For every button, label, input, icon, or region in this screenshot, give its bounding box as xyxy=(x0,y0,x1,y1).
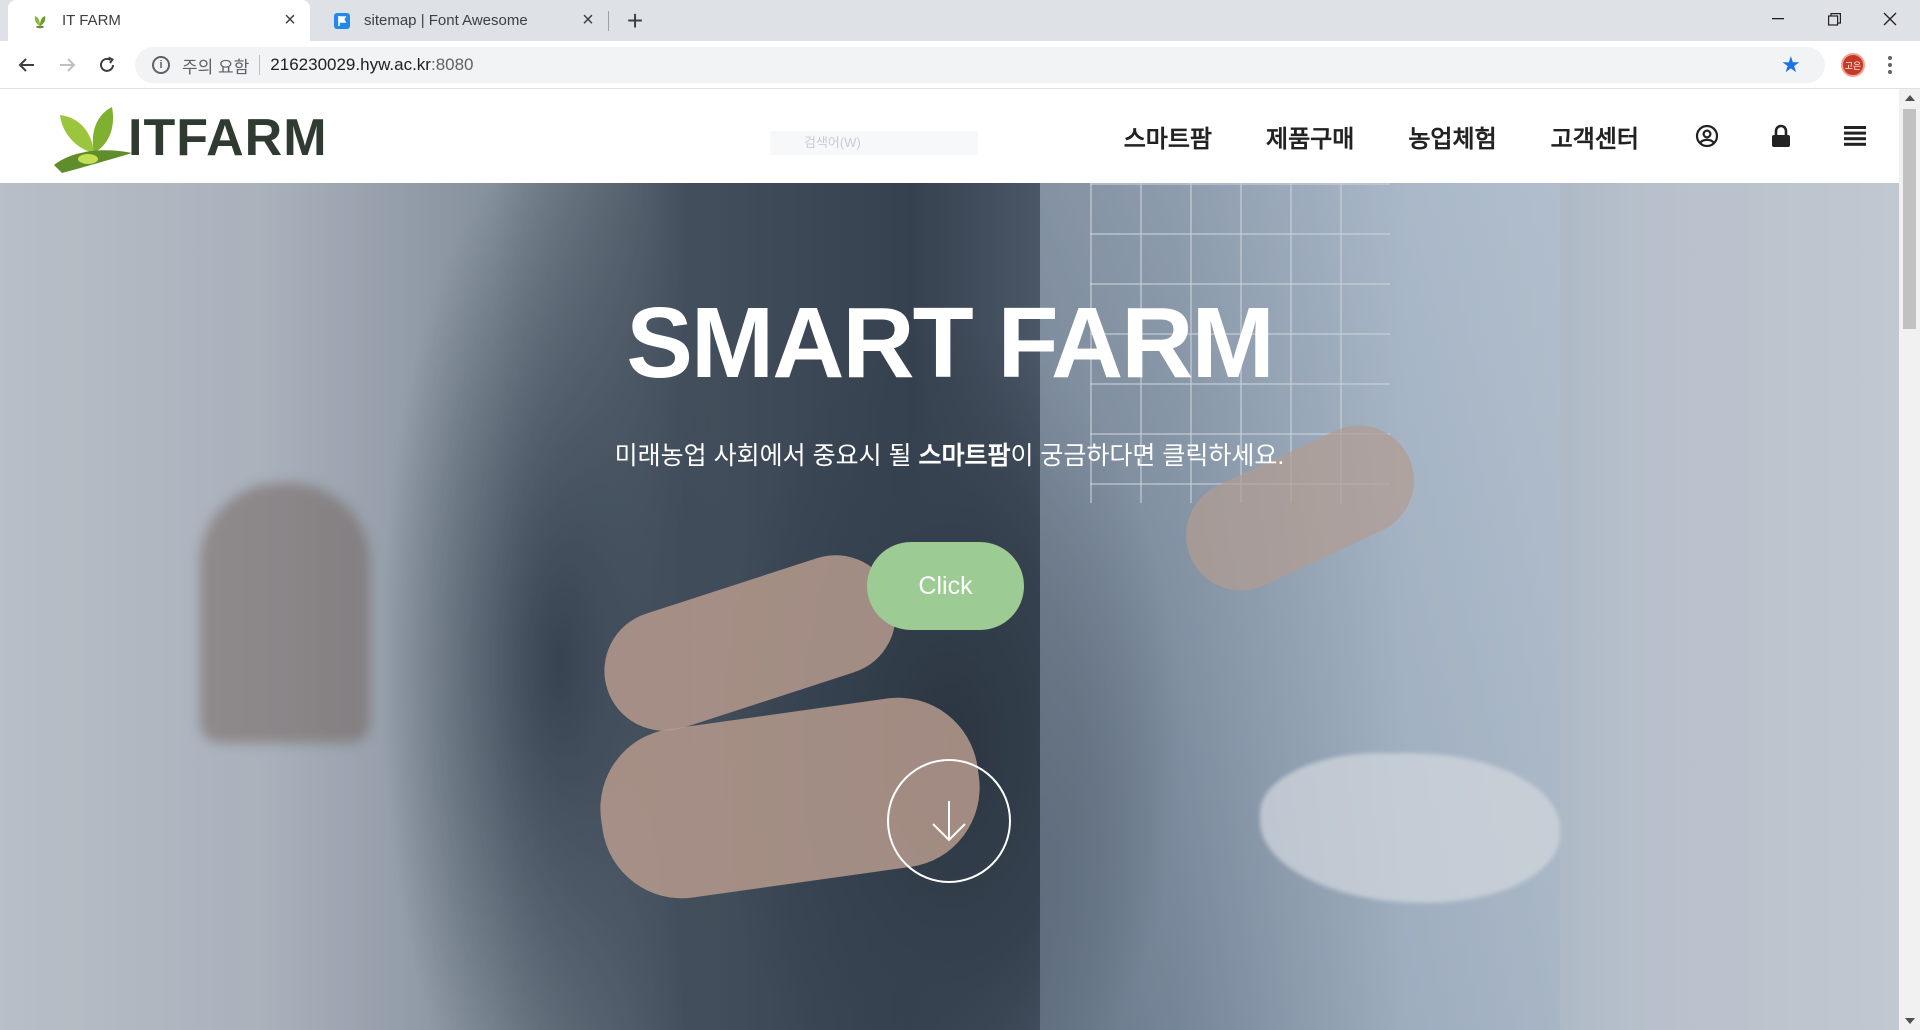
tab-separator xyxy=(608,11,609,31)
hero-section: SMART FARM 미래농업 사회에서 중요시 될 스마트팜이 궁금하다면 클… xyxy=(0,183,1899,1030)
nav-item-purchase[interactable]: 제품구매 xyxy=(1266,119,1354,154)
url-host[interactable]: 216230029.hyw.ac.kr xyxy=(270,55,431,75)
hero-subtitle: 미래농업 사회에서 중요시 될 스마트팜이 궁금하다면 클릭하세요. xyxy=(0,436,1899,472)
close-tab-icon[interactable]: × xyxy=(276,7,304,35)
security-warning[interactable]: 주의 요함 xyxy=(182,53,249,78)
hero-subtitle-text: 미래농업 사회에서 중요시 될 xyxy=(614,442,919,470)
tab-font-awesome[interactable]: sitemap | Font Awesome × xyxy=(310,0,608,41)
logo-leaf-icon xyxy=(54,107,132,173)
arrow-down-icon xyxy=(932,801,966,842)
profile-avatar[interactable]: 고은 xyxy=(1841,53,1865,77)
forward-button[interactable] xyxy=(51,49,83,81)
site-header: ITFARM 검색어(W) 스마트팜 제품구매 농업체험 고객센터 xyxy=(0,89,1899,183)
page-viewport: ITFARM 검색어(W) 스마트팜 제품구매 농업체험 고객센터 SMART … xyxy=(0,89,1899,1030)
page-scrollbar[interactable] xyxy=(1899,89,1920,1030)
nav-item-support[interactable]: 고객센터 xyxy=(1551,119,1639,154)
search-input[interactable]: 검색어(W) xyxy=(770,131,978,155)
main-nav: 스마트팜 제품구매 농업체험 고객센터 xyxy=(1124,89,1899,183)
arrow-left-icon xyxy=(18,58,34,72)
divider xyxy=(259,55,261,75)
arrow-right-icon xyxy=(60,58,76,72)
scrollbar-thumb[interactable] xyxy=(1903,109,1916,329)
info-icon[interactable]: i xyxy=(152,56,170,74)
scroll-up-arrow[interactable] xyxy=(1905,95,1915,101)
browser-toolbar: i 주의 요함 216230029.hyw.ac.kr :8080 ★ 고은 xyxy=(0,41,1920,89)
hero-title: SMART FARM xyxy=(626,287,1275,399)
user-circle-icon[interactable] xyxy=(1693,122,1721,150)
lock-icon[interactable] xyxy=(1767,122,1795,150)
leaf-icon xyxy=(32,13,48,29)
reload-button[interactable] xyxy=(91,49,123,81)
tab-it-farm[interactable]: IT FARM × xyxy=(8,0,310,41)
close-window-button[interactable] xyxy=(1862,0,1918,38)
url-port[interactable]: :8080 xyxy=(431,55,474,75)
browser-menu-icon[interactable] xyxy=(1882,51,1898,79)
hero-subtitle-text: 이 궁금하다면 클릭하세요. xyxy=(1010,442,1285,470)
address-bar[interactable]: i 주의 요함 216230029.hyw.ac.kr :8080 ★ xyxy=(135,47,1825,83)
reload-icon xyxy=(100,56,114,72)
nav-item-smartfarm[interactable]: 스마트팜 xyxy=(1124,119,1212,154)
flag-icon xyxy=(334,12,350,29)
close-tab-icon[interactable]: × xyxy=(574,7,602,35)
minimize-button[interactable] xyxy=(1750,0,1806,38)
click-button[interactable]: Click xyxy=(867,542,1024,630)
back-button[interactable] xyxy=(11,49,43,81)
site-logo[interactable]: ITFARM xyxy=(54,103,328,173)
hero-subtitle-highlight: 스마트팜 xyxy=(918,442,1011,470)
new-tab-button[interactable]: + xyxy=(620,5,650,36)
bookmark-star-icon[interactable]: ★ xyxy=(1781,54,1801,76)
nav-item-experience[interactable]: 농업체험 xyxy=(1408,119,1496,154)
scroll-down-button[interactable] xyxy=(887,759,1011,883)
browser-tabbar: IT FARM × sitemap | Font Awesome × + xyxy=(0,0,1920,41)
menu-icon[interactable] xyxy=(1841,122,1869,150)
restore-button[interactable] xyxy=(1806,0,1862,38)
scroll-down-arrow[interactable] xyxy=(1905,1018,1915,1024)
tab-title: sitemap | Font Awesome xyxy=(364,12,528,29)
logo-text: ITFARM xyxy=(128,109,328,167)
tab-title: IT FARM xyxy=(62,12,121,29)
